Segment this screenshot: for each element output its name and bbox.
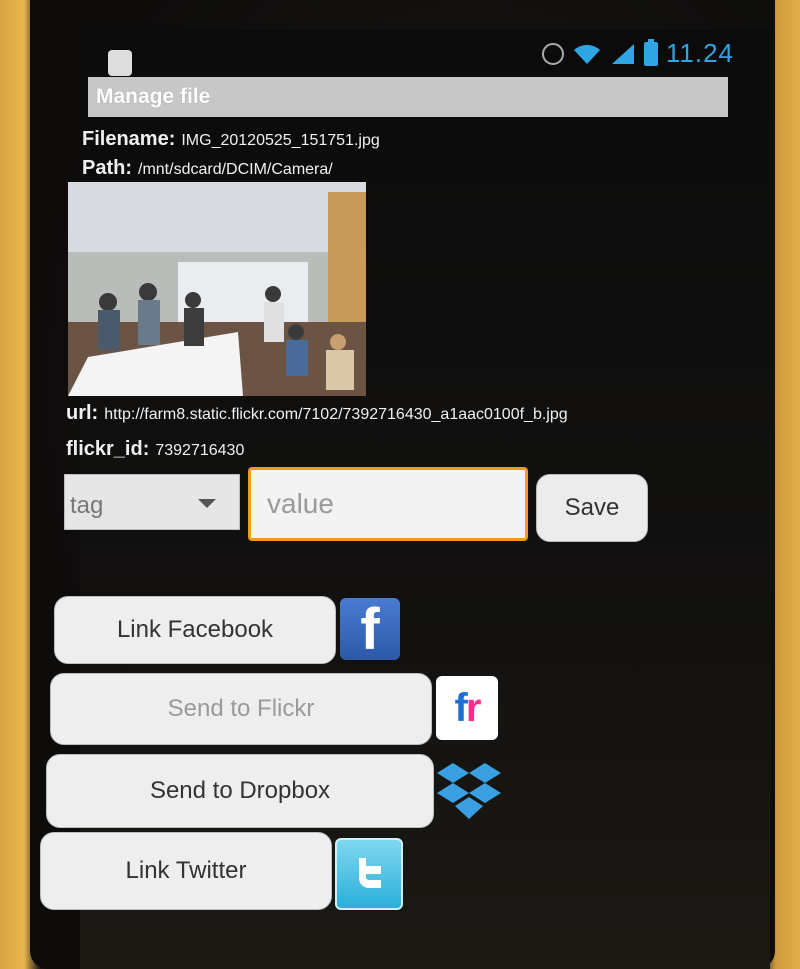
facebook-icon[interactable]: f (340, 597, 400, 662)
flickr-id-label: flickr_id: (66, 438, 150, 460)
alarm-icon (541, 42, 564, 65)
title-bar: Manage file (88, 77, 728, 117)
filename-label: Filename: (82, 128, 176, 150)
status-bar: 11.24 (80, 30, 770, 76)
link-twitter-button[interactable]: Link Twitter (40, 832, 332, 910)
phone-frame: 11.24 Manage file Filename: IMG_20120525_… (30, 0, 775, 969)
tag-spinner-value: tag (70, 492, 104, 519)
app-notification-icon (108, 50, 132, 76)
path-value: /mnt/sdcard/DCIM/Camera/ (138, 161, 333, 178)
tag-spinner[interactable]: tag (64, 474, 240, 530)
dropdown-arrow-icon (198, 499, 216, 508)
flickr-id-value: 7392716430 (155, 442, 245, 459)
battery-icon (643, 38, 658, 66)
send-to-dropbox-button[interactable]: Send to Dropbox (46, 754, 434, 828)
link-facebook-button[interactable]: Link Facebook (54, 596, 336, 664)
filename-row: Filename: IMG_20120525_151751.jpg (82, 128, 380, 151)
page-title: Manage file (96, 85, 211, 108)
photo-preview[interactable] (68, 182, 366, 396)
wifi-icon (572, 42, 602, 66)
save-button[interactable]: Save (536, 474, 648, 542)
flickr-id-row: flickr_id: 7392716430 (66, 438, 244, 461)
tag-value-input[interactable] (248, 467, 528, 541)
path-row: Path: /mnt/sdcard/DCIM/Camera/ (82, 157, 333, 180)
url-label: url: (66, 402, 99, 424)
flickr-icon[interactable]: fr (436, 676, 498, 740)
twitter-icon[interactable] (335, 838, 403, 910)
status-clock: 11.24 (665, 38, 734, 68)
url-row: url: http://farm8.static.flickr.com/7102/… (66, 402, 568, 425)
send-to-flickr-button[interactable]: Send to Flickr (50, 673, 432, 745)
path-label: Path: (82, 157, 132, 179)
status-icons: 11.24 (541, 38, 734, 69)
dropbox-icon[interactable] (434, 760, 504, 822)
screen: 11.24 Manage file Filename: IMG_20120525_… (40, 30, 770, 969)
signal-icon (610, 42, 636, 66)
filename-value: IMG_20120525_151751.jpg (181, 132, 380, 149)
photo-image (68, 182, 366, 396)
url-value: http://farm8.static.flickr.com/7102/7392… (104, 406, 568, 423)
